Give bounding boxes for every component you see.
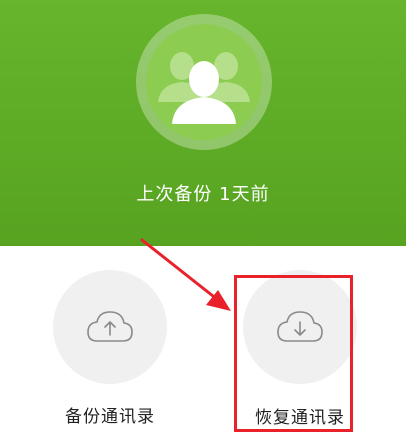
last-backup-status: 上次备份 1天前 <box>136 184 270 205</box>
backup-contacts-button[interactable]: 备份通讯录 <box>50 270 170 427</box>
annotation-highlight-box <box>234 275 353 432</box>
cloud-upload-icon <box>87 311 133 342</box>
header-banner: 上次备份 1天前 <box>0 0 406 246</box>
contacts-group-icon <box>146 24 262 140</box>
backup-label: 备份通讯录 <box>65 407 155 427</box>
backup-circle[interactable] <box>53 270 167 384</box>
contacts-avatar <box>136 14 272 150</box>
